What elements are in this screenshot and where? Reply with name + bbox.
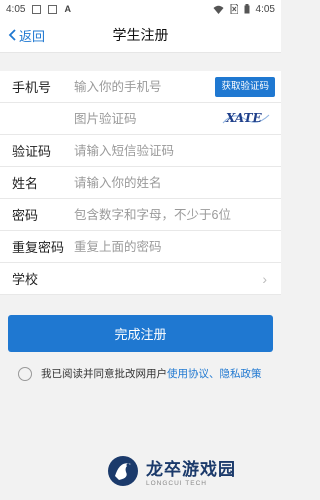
image-code-row: XATE (0, 103, 281, 135)
name-row: 姓名 (0, 167, 281, 199)
status-time: 4:05 (6, 3, 26, 15)
captcha-text: XATE (225, 111, 262, 125)
password-label: 密码 (12, 208, 39, 223)
registration-form: 手机号 获取验证码 XATE 验证码 姓名 密码 重复密码 学校 › (0, 71, 281, 295)
agreement-separator: 、 (209, 368, 220, 380)
get-code-button[interactable]: 获取验证码 (215, 77, 275, 97)
back-button[interactable]: 返回 (0, 26, 45, 45)
confirm-password-label: 重复密码 (12, 240, 65, 255)
name-label: 姓名 (12, 176, 39, 191)
password-row: 密码 (0, 199, 281, 231)
terms-link[interactable]: 使用协议 (167, 366, 209, 381)
captcha-image[interactable]: XATE (221, 107, 271, 129)
watermark-title: 龙卒游戏园 (146, 460, 236, 479)
chevron-left-icon (8, 29, 16, 41)
school-row[interactable]: 学校 › (0, 263, 281, 295)
phone-row: 手机号 获取验证码 (0, 71, 281, 103)
notification-icon (48, 4, 58, 14)
agree-checkbox[interactable] (18, 366, 32, 381)
dragon-logo-icon (108, 456, 138, 486)
agreement-text: 我已阅读并同意批改网用户 (41, 368, 167, 380)
no-sim-icon (230, 4, 238, 14)
sms-code-row: 验证码 (0, 135, 281, 167)
name-input[interactable] (74, 175, 281, 190)
submit-button[interactable]: 完成注册 (8, 315, 273, 352)
sms-code-label: 验证码 (12, 144, 52, 159)
privacy-link[interactable]: 隐私政策 (220, 366, 262, 381)
confirm-password-row: 重复密码 (0, 231, 281, 263)
agreement-row: 我已阅读并同意批改网用户 使用协议 、 隐私政策 (18, 366, 281, 381)
font-icon: A (64, 4, 71, 14)
sms-code-input[interactable] (74, 143, 281, 158)
watermark: 龙卒游戏园 LONGCUI TECH (106, 454, 236, 488)
password-input[interactable] (74, 207, 281, 222)
school-label: 学校 (12, 272, 39, 287)
phone-label: 手机号 (12, 80, 52, 95)
notification-icon (32, 4, 42, 14)
wifi-icon (213, 5, 224, 14)
confirm-password-input[interactable] (74, 239, 281, 254)
chevron-right-icon: › (262, 270, 267, 287)
back-label: 返回 (19, 28, 46, 44)
status-bar: 4:05 A 4:05 (0, 0, 281, 18)
clock: 4:05 (255, 3, 275, 15)
watermark-subtitle: LONGCUI TECH (146, 480, 207, 487)
nav-bar: 返回 学生注册 (0, 18, 281, 53)
battery-icon (244, 4, 250, 14)
